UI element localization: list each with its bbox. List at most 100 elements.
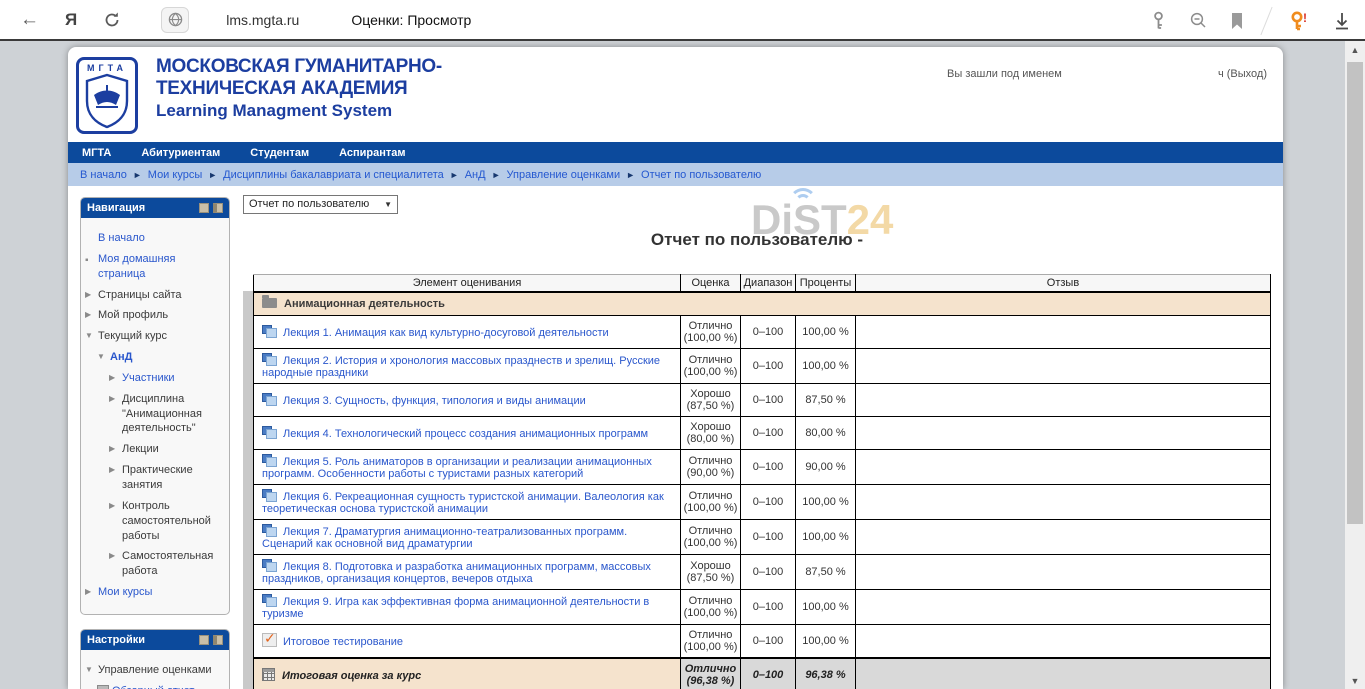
grade-item-cell: Лекция 1. Анимация как вид культурно-дос… xyxy=(254,315,681,348)
settings-item: Обзорный отчет xyxy=(85,684,225,689)
breadcrumb-item[interactable]: Мои курсы xyxy=(148,169,202,181)
collapsed-icon[interactable]: ▶ xyxy=(109,392,122,437)
settings-item: ▼Управление оценками xyxy=(85,663,225,678)
grade-item-link[interactable]: Лекция 5. Роль аниматоров в организации … xyxy=(262,456,652,480)
scrollbar-thumb[interactable] xyxy=(1347,62,1363,524)
block-collapse-icon[interactable] xyxy=(199,635,209,645)
grade-item-link[interactable]: Лекция 4. Технологический процесс создан… xyxy=(283,428,648,440)
grade-item-link[interactable]: Итоговое тестирование xyxy=(283,636,403,648)
lesson-icon xyxy=(262,393,277,406)
table-row: Лекция 6. Рекреационная сущность туристс… xyxy=(254,484,1271,519)
category-row: Анимационная деятельность xyxy=(254,292,1271,316)
logout-link[interactable]: ч (Выход) xyxy=(1218,68,1267,80)
percent-cell: 96,38 % xyxy=(796,658,856,689)
topnav-item[interactable]: Студентам xyxy=(250,147,309,159)
sidebar-link[interactable]: Моя домашняя страница xyxy=(98,252,225,282)
breadcrumb-item[interactable]: АнД xyxy=(465,169,486,181)
collapsed-icon[interactable]: ▶ xyxy=(109,371,122,386)
navigation-item: ▶Практические занятия xyxy=(85,463,225,493)
report-heading: Отчет по пользователю - xyxy=(243,230,1271,250)
percent-cell: 100,00 % xyxy=(796,624,856,658)
collapsed-icon[interactable]: ▶ xyxy=(85,585,98,600)
sidebar-link[interactable]: Мои курсы xyxy=(98,585,152,600)
quiz-icon: ✓ xyxy=(262,633,277,647)
grade-cell: Хорошо (80,00 %) xyxy=(681,416,741,449)
breadcrumb-item[interactable]: Дисциплины бакалавриата и специалитета xyxy=(223,169,444,181)
scroll-up-icon[interactable]: ▲ xyxy=(1345,45,1365,55)
brand-line1: МОСКОВСКАЯ ГУМАНИТАРНО- xyxy=(156,56,442,78)
breadcrumb-item[interactable]: Управление оценками xyxy=(507,169,621,181)
grade-item-link[interactable]: Лекция 7. Драматургия анимационно-театра… xyxy=(262,526,627,550)
breadcrumb-separator: ► xyxy=(208,170,217,180)
percent-cell: 100,00 % xyxy=(796,315,856,348)
table-row: Лекция 1. Анимация как вид культурно-дос… xyxy=(254,315,1271,348)
yandex-icon[interactable]: Я xyxy=(65,11,77,28)
grade-item-link[interactable]: Лекция 8. Подготовка и разработка анимац… xyxy=(262,561,651,585)
range-cell: 0–100 xyxy=(741,658,796,689)
range-cell: 0–100 xyxy=(741,554,796,589)
block-dock-icon[interactable] xyxy=(213,635,223,645)
site-globe-icon[interactable] xyxy=(161,7,189,33)
url-domain[interactable]: lms.mgta.ru xyxy=(226,12,299,28)
grade-item-link[interactable]: Лекция 6. Рекреационная сущность туристс… xyxy=(262,491,664,515)
breadcrumb-item[interactable]: Отчет по пользователю xyxy=(641,169,761,181)
password-key-icon[interactable] xyxy=(1150,11,1167,31)
lesson-icon xyxy=(262,353,277,366)
back-icon[interactable]: ← xyxy=(20,10,39,29)
feedback-cell xyxy=(856,658,1271,689)
download-icon[interactable] xyxy=(1333,11,1351,31)
scrollbar[interactable]: ▲ ▼ xyxy=(1345,41,1365,689)
sidebar-link[interactable]: В начало xyxy=(98,231,145,246)
collapsed-icon[interactable]: ▶ xyxy=(109,463,122,493)
sidebar-link[interactable]: АнД xyxy=(110,350,132,365)
topnav-item[interactable]: МГТА xyxy=(82,147,111,159)
grade-table: Элемент оцениванияОценкаДиапазонПроценты… xyxy=(253,274,1271,689)
breadcrumb-separator: ► xyxy=(450,170,459,180)
breadcrumb: В начало ► Мои курсы ► Дисциплины бакалавриа… xyxy=(68,163,1283,186)
collapsed-icon[interactable]: ▶ xyxy=(85,308,98,323)
collapsed-icon[interactable]: ▶ xyxy=(109,442,122,457)
grade-item-cell: Лекция 7. Драматургия анимационно-театра… xyxy=(254,519,681,554)
percent-cell: 100,00 % xyxy=(796,348,856,383)
expanded-icon[interactable]: ▼ xyxy=(85,329,98,344)
sidebar-link[interactable]: Обзорный отчет xyxy=(112,684,194,689)
protect-key-icon[interactable]: ! xyxy=(1289,10,1311,32)
sidebar: Навигация В начало▪Моя домашняя страница… xyxy=(80,197,230,689)
site-header: МГТА МОСКОВСКАЯ ГУМАНИТАРНО- ТЕХНИЧЕСКАЯ… xyxy=(68,47,1283,142)
range-cell: 0–100 xyxy=(741,383,796,416)
breadcrumb-item[interactable]: В начало xyxy=(80,169,127,181)
zoom-page-icon[interactable] xyxy=(1189,11,1208,30)
refresh-icon[interactable] xyxy=(103,11,121,29)
scroll-down-icon[interactable]: ▼ xyxy=(1345,676,1365,686)
percent-cell: 87,50 % xyxy=(796,554,856,589)
navigation-item: ▶Лекции xyxy=(85,442,225,457)
feedback-cell xyxy=(856,315,1271,348)
grade-item-link[interactable]: Лекция 1. Анимация как вид культурно-дос… xyxy=(283,327,609,339)
grade-item-link[interactable]: Лекция 3. Сущность, функция, типология и… xyxy=(283,395,586,407)
expanded-icon[interactable]: ▼ xyxy=(97,350,110,365)
expanded-icon[interactable]: ▼ xyxy=(85,663,98,678)
percent-cell: 90,00 % xyxy=(796,449,856,484)
navigation-item: В начало xyxy=(85,231,225,246)
block-dock-icon[interactable] xyxy=(213,203,223,213)
navigation-item: ▼АнД xyxy=(85,350,225,365)
topnav-item[interactable]: Абитуриентам xyxy=(141,147,220,159)
navigation-item: ▶Дисциплина "Анимационная деятельность" xyxy=(85,392,225,437)
breadcrumb-separator: ► xyxy=(133,170,142,180)
collapsed-icon[interactable]: ▶ xyxy=(85,288,98,303)
bookmark-icon[interactable] xyxy=(1230,12,1244,30)
sidebar-link[interactable]: Участники xyxy=(122,371,175,386)
spreadsheet-icon xyxy=(97,685,109,689)
grade-item-cell: Лекция 6. Рекреационная сущность туристс… xyxy=(254,484,681,519)
grade-cell: Отлично (100,00 %) xyxy=(681,519,741,554)
grade-item-cell: Лекция 4. Технологический процесс создан… xyxy=(254,416,681,449)
collapsed-icon[interactable]: ▶ xyxy=(109,549,122,579)
report-type-select[interactable]: Отчет по пользователю ▼ xyxy=(243,195,398,214)
topnav: МГТА Абитуриентам Студентам Аспирантам xyxy=(68,142,1283,163)
grade-item-link[interactable]: Лекция 9. Игра как эффективная форма ани… xyxy=(262,596,649,620)
block-collapse-icon[interactable] xyxy=(199,203,209,213)
grade-item-link[interactable]: Лекция 2. История и хронология массовых … xyxy=(262,355,660,379)
navigation-item: ▶Страницы сайта xyxy=(85,288,225,303)
collapsed-icon[interactable]: ▶ xyxy=(109,499,122,544)
topnav-item[interactable]: Аспирантам xyxy=(339,147,405,159)
